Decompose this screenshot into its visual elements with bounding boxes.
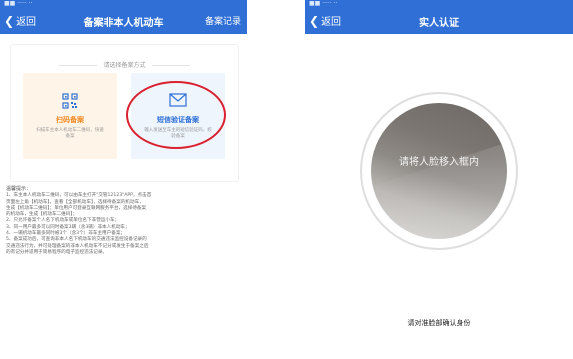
records-button[interactable]: 备案记录 [205, 14, 241, 27]
status-bar: ■■ ····· ·· [305, 0, 573, 8]
filing-method-card: 请选择备案方式 扫码备案 扫描车主本人机动车二维码，快速备案 短信验证备案 输入… [10, 44, 239, 182]
nav-bar: ❮ 返回 实人认证 [305, 8, 573, 34]
card-title: 请选择备案方式 [11, 60, 238, 69]
page-title: 实人认证 [419, 18, 459, 29]
tips-title: 温馨提示： [6, 186, 32, 192]
right-phone-screen: ■■ ····· ·· ❮ 返回 实人认证 请将人脸移入框内 请对准脸部确认身份 [305, 0, 573, 359]
nav-bar: ❮ 返回 备案非本人机动车 备案记录 [0, 8, 247, 34]
camera-preview: 请将人脸移入框内 [371, 103, 507, 239]
tips-section: 温馨提示： 1、车主本人机动车二维码，可以由车主打开"交管12123"APP，点… [6, 186, 242, 256]
scan-filing-label: 扫码备案 [56, 116, 84, 124]
qr-code-icon [62, 93, 78, 109]
scan-filing-desc: 扫描车主本人机动车二维码，快速备案 [36, 128, 104, 139]
face-prompt: 请将人脸移入框内 [399, 157, 479, 168]
verification-hint: 请对准脸部确认身份 [407, 319, 471, 327]
highlight-ring [126, 81, 226, 149]
status-bar: ■■ ····· ·· [0, 0, 247, 8]
left-phone-screen: ■■ ····· ·· ❮ 返回 备案非本人机动车 备案记录 请选择备案方式 扫… [0, 0, 247, 359]
scan-filing-option[interactable]: 扫码备案 扫描车主本人机动车二维码，快速备案 [23, 73, 117, 159]
tips-line: 的有记分并适用于简易程序的电子监控违法记录。 [6, 249, 108, 255]
